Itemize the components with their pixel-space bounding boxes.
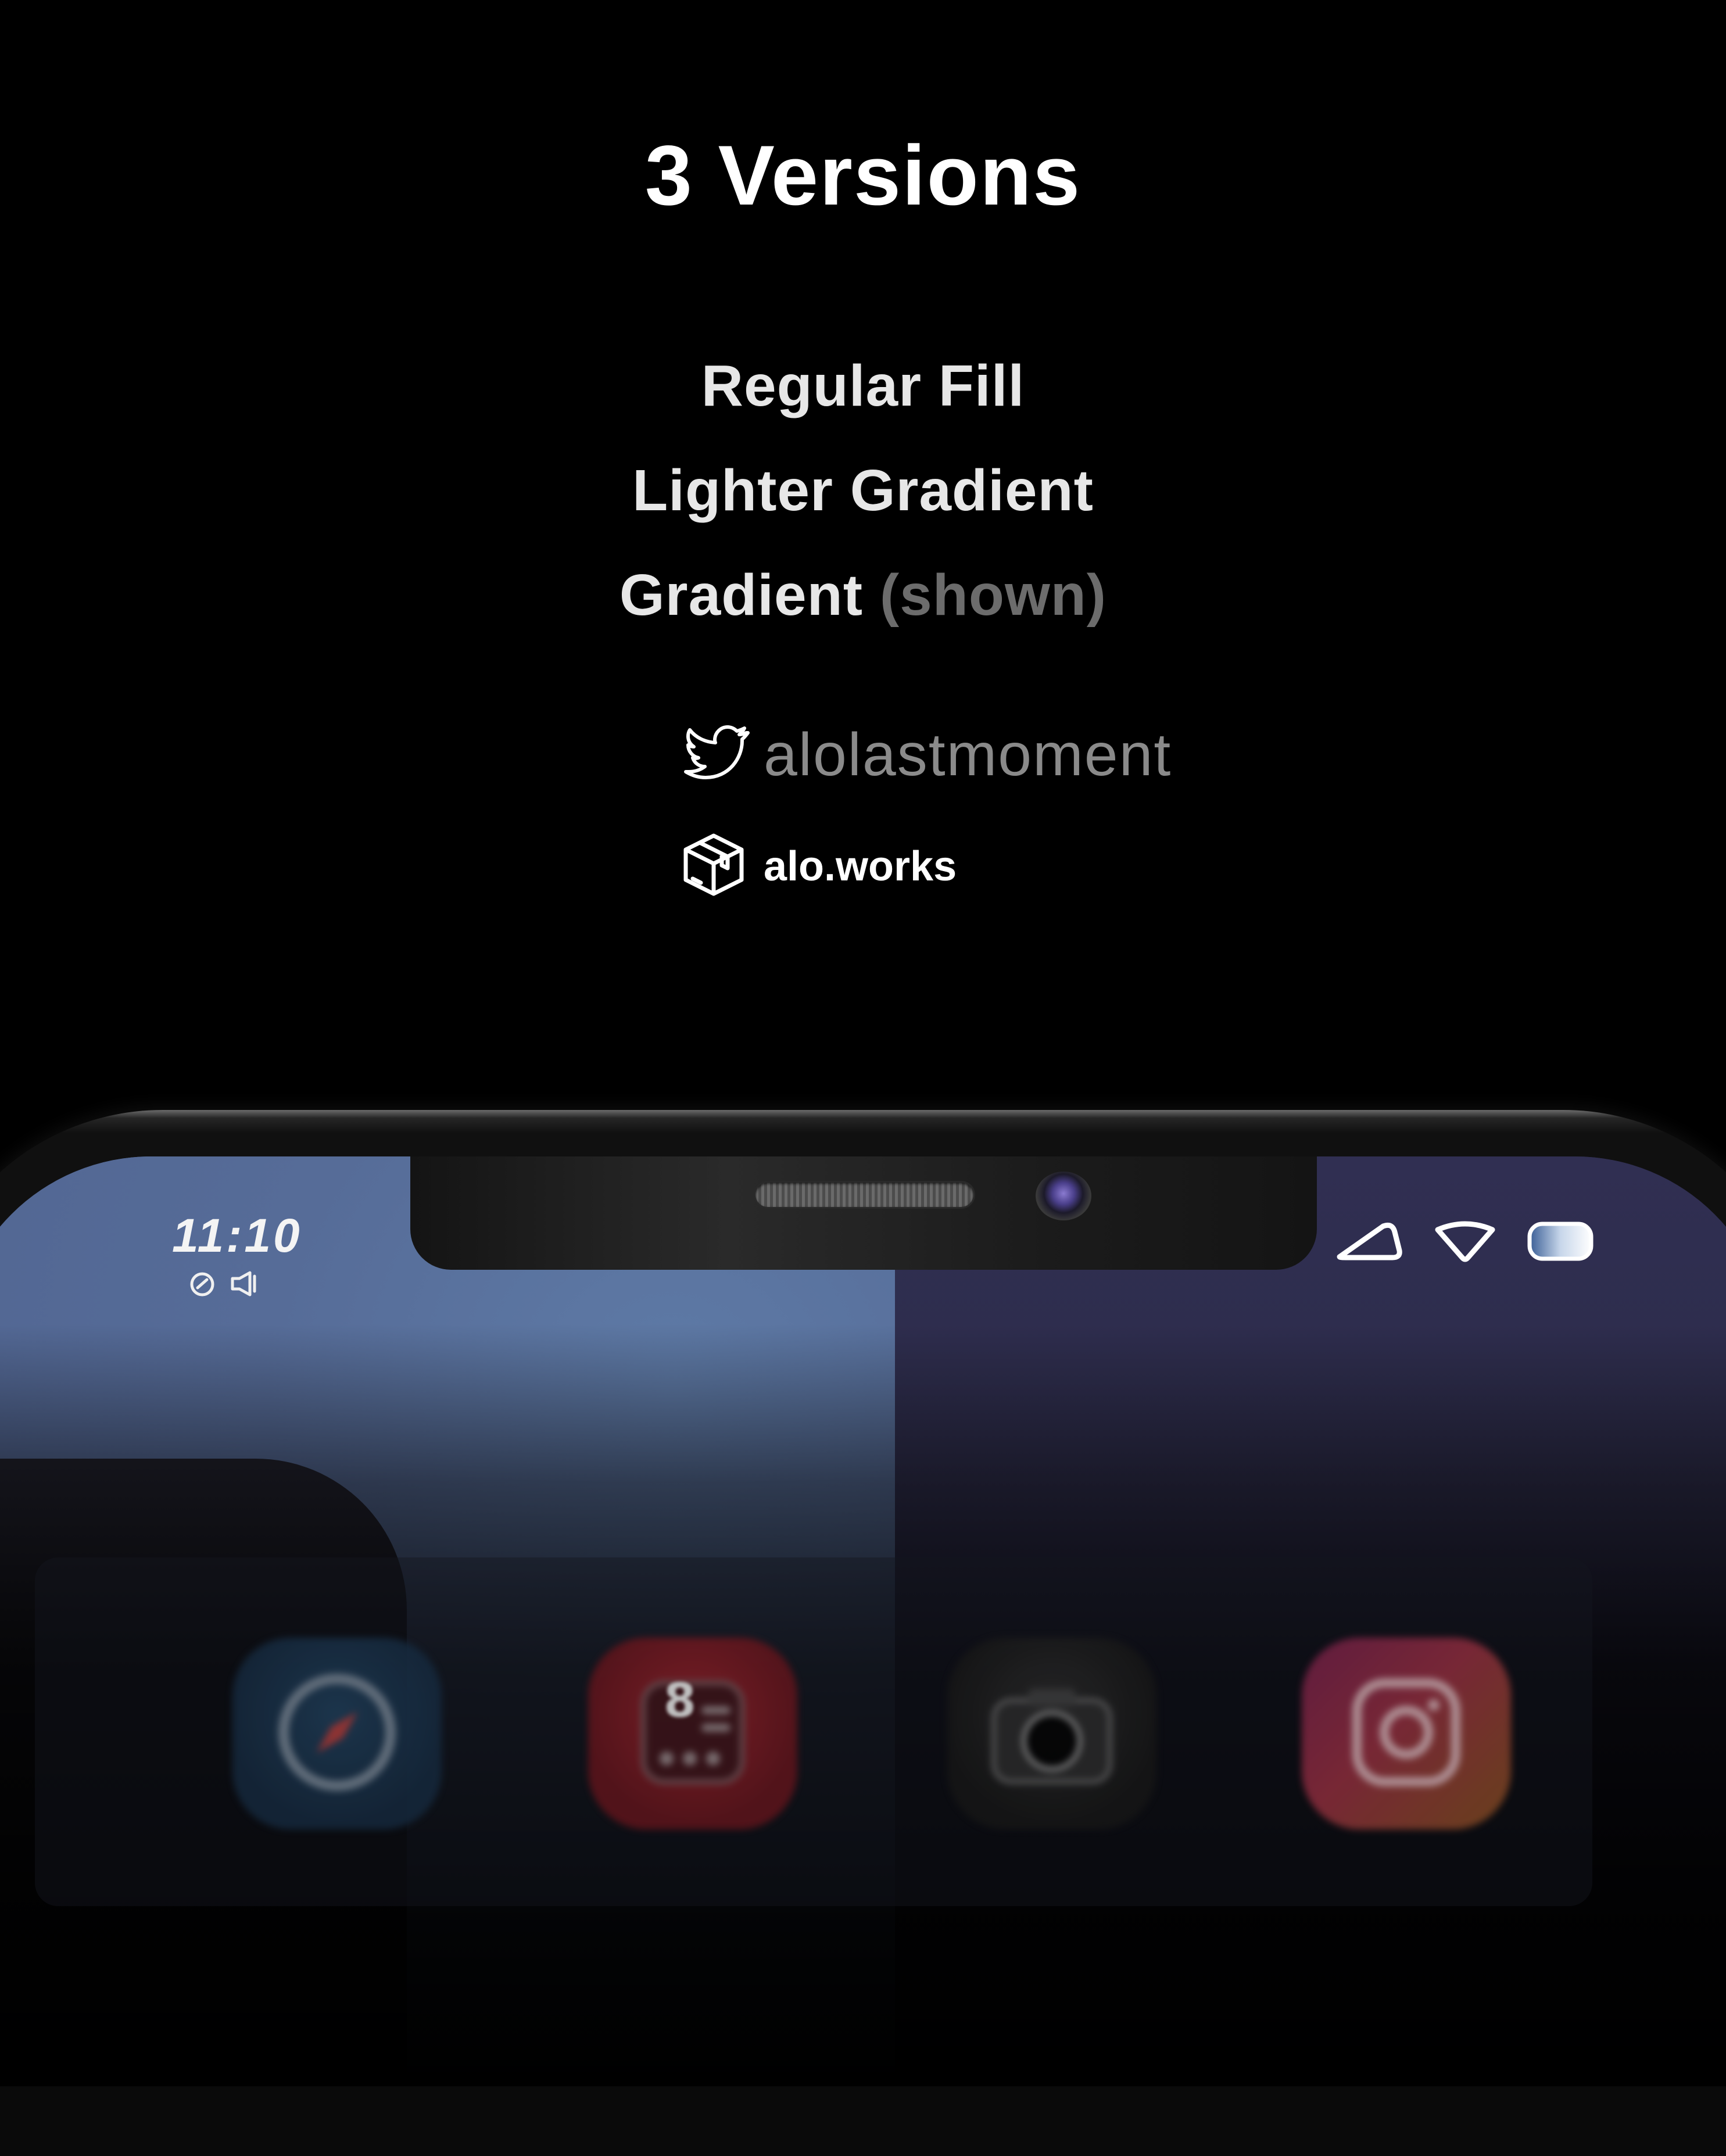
status-time: 11:10 — [172, 1209, 302, 1262]
version-note: (shown) — [879, 563, 1107, 628]
page-title: 3 Versions — [644, 128, 1082, 223]
version-item-gradient: Gradient (shown) — [0, 562, 1726, 629]
phone-notch — [410, 1156, 1317, 1270]
compass-icon — [270, 1666, 404, 1802]
status-left-icons — [187, 1269, 264, 1301]
version-item-regular-fill: Regular Fill — [0, 353, 1726, 420]
earpiece-speaker — [755, 1183, 973, 1207]
dock-app-calendar[interactable] — [588, 1638, 797, 1829]
instagram-icon — [1340, 1666, 1473, 1802]
dock-app-safari[interactable] — [232, 1638, 442, 1829]
version-label: Regular Fill — [701, 353, 1025, 418]
website-label: alo.works — [764, 843, 957, 890]
front-camera-icon — [1036, 1172, 1091, 1220]
twitter-handle: alolastmoment — [764, 721, 1172, 789]
calendar-day-label: 8 — [664, 1674, 696, 1728]
signal-triangle-icon — [1334, 1220, 1404, 1265]
wifi-icon — [1432, 1220, 1498, 1265]
package-box-icon — [681, 832, 746, 900]
speaker-icon — [229, 1269, 264, 1301]
camera-icon — [982, 1677, 1122, 1790]
dock-app-instagram[interactable] — [1302, 1638, 1511, 1829]
twitter-bird-icon — [681, 725, 751, 786]
website-link[interactable]: alo.works — [681, 832, 957, 900]
dock-app-camera[interactable] — [947, 1638, 1156, 1829]
version-item-lighter-gradient: Lighter Gradient — [0, 457, 1726, 524]
status-right-icons — [1334, 1220, 1595, 1265]
version-label: Gradient — [619, 563, 864, 628]
version-label: Lighter Gradient — [632, 458, 1094, 523]
alarm-icon — [187, 1269, 222, 1301]
twitter-link[interactable]: alolastmoment — [681, 721, 1172, 790]
battery-icon — [1526, 1220, 1595, 1265]
